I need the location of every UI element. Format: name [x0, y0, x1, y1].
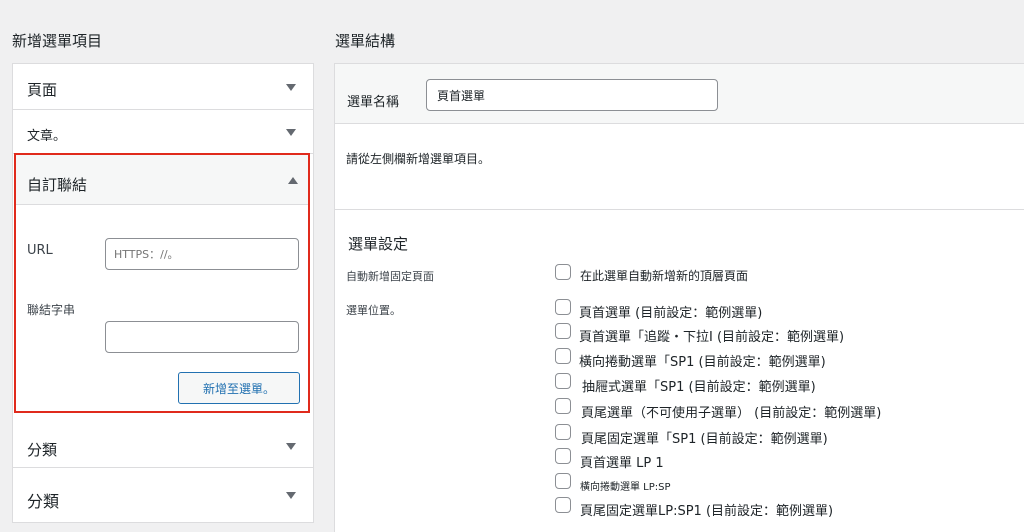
auto-add-pages-option: 在此選單自動新增新的頂層頁面	[580, 269, 749, 283]
auto-add-pages-checkbox[interactable]	[555, 264, 571, 280]
accordion-section-custom-links: 自訂聯結 URL 聯結字串 新增至選單。	[14, 153, 310, 413]
location-checkbox-header-lp1[interactable]	[555, 448, 571, 464]
accordion-title-custom-links: 自訂聯結	[27, 176, 88, 194]
location-checkbox-footer[interactable]	[555, 398, 571, 414]
menu-name-input[interactable]	[426, 79, 718, 111]
url-input[interactable]	[105, 238, 299, 270]
menu-location-label: 選單位置。	[346, 304, 401, 317]
accordion-section-pages[interactable]: 頁面	[13, 64, 313, 110]
menu-empty-instruction: 請從左側欄新增選單項目。	[346, 152, 491, 166]
location-option-drawer-sp1: 抽屜式選單「SP1 (目前設定：範例選單)	[582, 380, 816, 395]
location-checkbox-scroll-sp1[interactable]	[555, 348, 571, 364]
accordion-title-categories-2: 分類	[27, 492, 60, 511]
accordion-section-categories-2[interactable]: 分類	[13, 468, 313, 522]
menu-structure-heading: 選單結構	[335, 32, 396, 50]
location-option-header-follow: 頁首選單「追蹤・下拉I (目前設定：範例選單)	[579, 330, 845, 345]
location-option-header-lp1: 頁首選單 LP 1	[580, 456, 664, 471]
chevron-down-icon[interactable]	[286, 84, 296, 91]
divider	[335, 209, 1024, 210]
location-checkbox-header[interactable]	[555, 299, 571, 315]
location-option-scroll-lp-sp: 橫向捲動選單 LP:SP	[580, 482, 671, 493]
location-checkbox-footer-fixed-sp1[interactable]	[555, 424, 571, 440]
menu-settings-heading: 選單設定	[348, 235, 409, 253]
accordion-section-posts[interactable]: 文章。	[13, 110, 313, 154]
accordion-title-categories: 分類	[27, 441, 58, 459]
accordion-title-posts: 文章。	[27, 129, 67, 144]
location-option-scroll-sp1: 橫向捲動選單「SP1 (目前設定：範例選單)	[579, 355, 826, 370]
location-checkbox-drawer-sp1[interactable]	[555, 373, 571, 389]
add-menu-items-accordion: 頁面 文章。 自訂聯結 URL 聯結字串 新增至選單。 分類 分類	[12, 63, 314, 523]
location-option-footer-fixed-sp1: 頁尾固定選單「SP1 (目前設定：範例選單)	[581, 432, 828, 447]
chevron-down-icon[interactable]	[286, 129, 296, 136]
menu-structure-panel: 選單名稱 請從左側欄新增選單項目。 選單設定 自動新增固定頁面 在此選單自動新增…	[334, 63, 1024, 532]
location-option-footer-fixed-lp-sp1: 頁尾固定選單LP:SP1 (目前設定：範例選單)	[580, 504, 834, 519]
link-text-input[interactable]	[105, 321, 299, 353]
location-checkbox-header-follow[interactable]	[555, 323, 571, 339]
location-checkbox-scroll-lp-sp[interactable]	[555, 473, 571, 489]
location-option-footer: 頁尾選單（不可使用子選單） (目前設定：範例選單)	[581, 406, 882, 421]
add-menu-items-heading: 新增選單項目	[12, 32, 103, 50]
auto-add-pages-label: 自動新增固定頁面	[346, 270, 434, 283]
chevron-down-icon[interactable]	[286, 443, 296, 450]
add-to-menu-button[interactable]: 新增至選單。	[178, 372, 300, 404]
menu-name-label: 選單名稱	[347, 95, 400, 110]
accordion-title-pages: 頁面	[27, 81, 58, 99]
accordion-section-categories[interactable]: 分類	[13, 422, 313, 468]
chevron-down-icon[interactable]	[286, 492, 296, 499]
accordion-header-custom-links[interactable]: 自訂聯結	[16, 155, 308, 205]
chevron-up-icon[interactable]	[288, 177, 298, 184]
menu-name-bar: 選單名稱	[335, 64, 1024, 124]
location-checkbox-footer-fixed-lp-sp1[interactable]	[555, 497, 571, 513]
link-text-label: 聯結字串	[27, 303, 76, 317]
location-option-header: 頁首選單 (目前設定：範例選單)	[579, 306, 763, 321]
url-label: URL	[27, 243, 53, 258]
